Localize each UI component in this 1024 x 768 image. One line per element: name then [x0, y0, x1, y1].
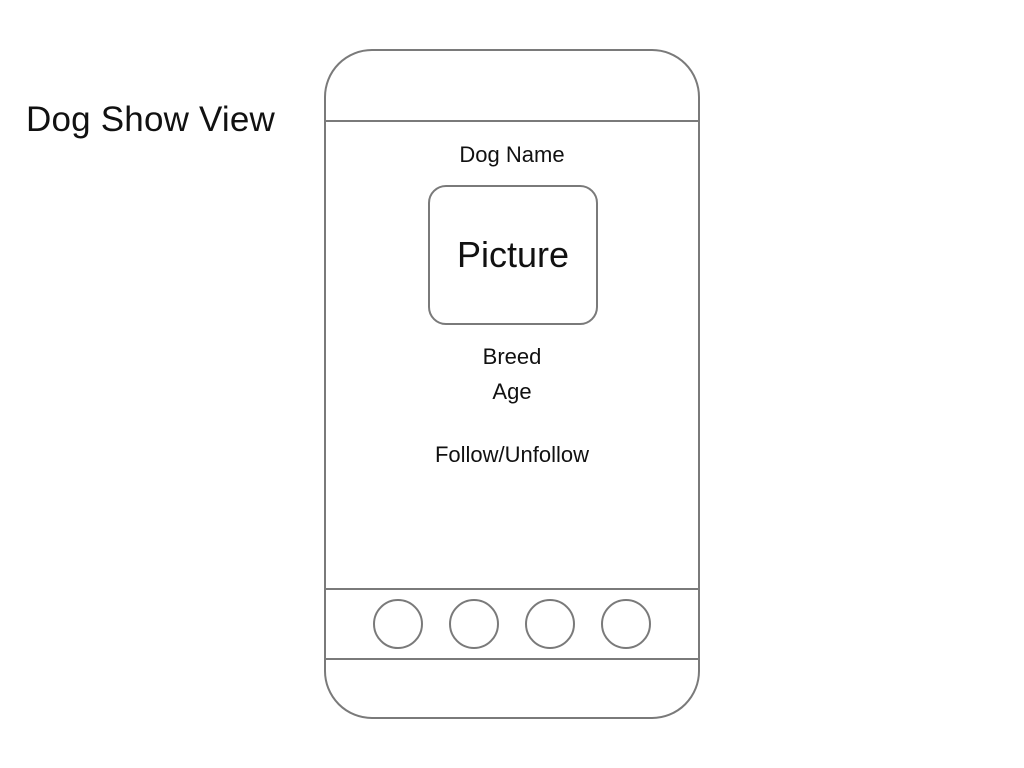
tab-bar-bottom-divider: [326, 658, 698, 660]
tab-1-circle-icon[interactable]: [373, 599, 423, 649]
picture-label: Picture: [456, 234, 570, 275]
tab-2-circle-icon[interactable]: [449, 599, 499, 649]
age-label: Age: [492, 379, 532, 404]
dog-name-label: Dog Name: [459, 142, 565, 167]
dog-detail-content: Dog Name Picture Breed Age Follow/Unfoll…: [326, 122, 698, 588]
tab-bar: [326, 590, 698, 658]
tab-3-circle-icon[interactable]: [525, 599, 575, 649]
phone-frame: Dog Name Picture Breed Age Follow/Unfoll…: [324, 49, 700, 719]
view-title: Dog Show View: [26, 100, 276, 139]
breed-label: Breed: [482, 344, 542, 369]
tab-4-circle-icon[interactable]: [601, 599, 651, 649]
wireframe-canvas: Dog Show View Dog Name Picture Breed Age…: [0, 0, 1024, 768]
dog-picture-placeholder: Picture: [428, 185, 598, 325]
follow-unfollow-button[interactable]: Follow/Unfollow: [326, 442, 698, 468]
